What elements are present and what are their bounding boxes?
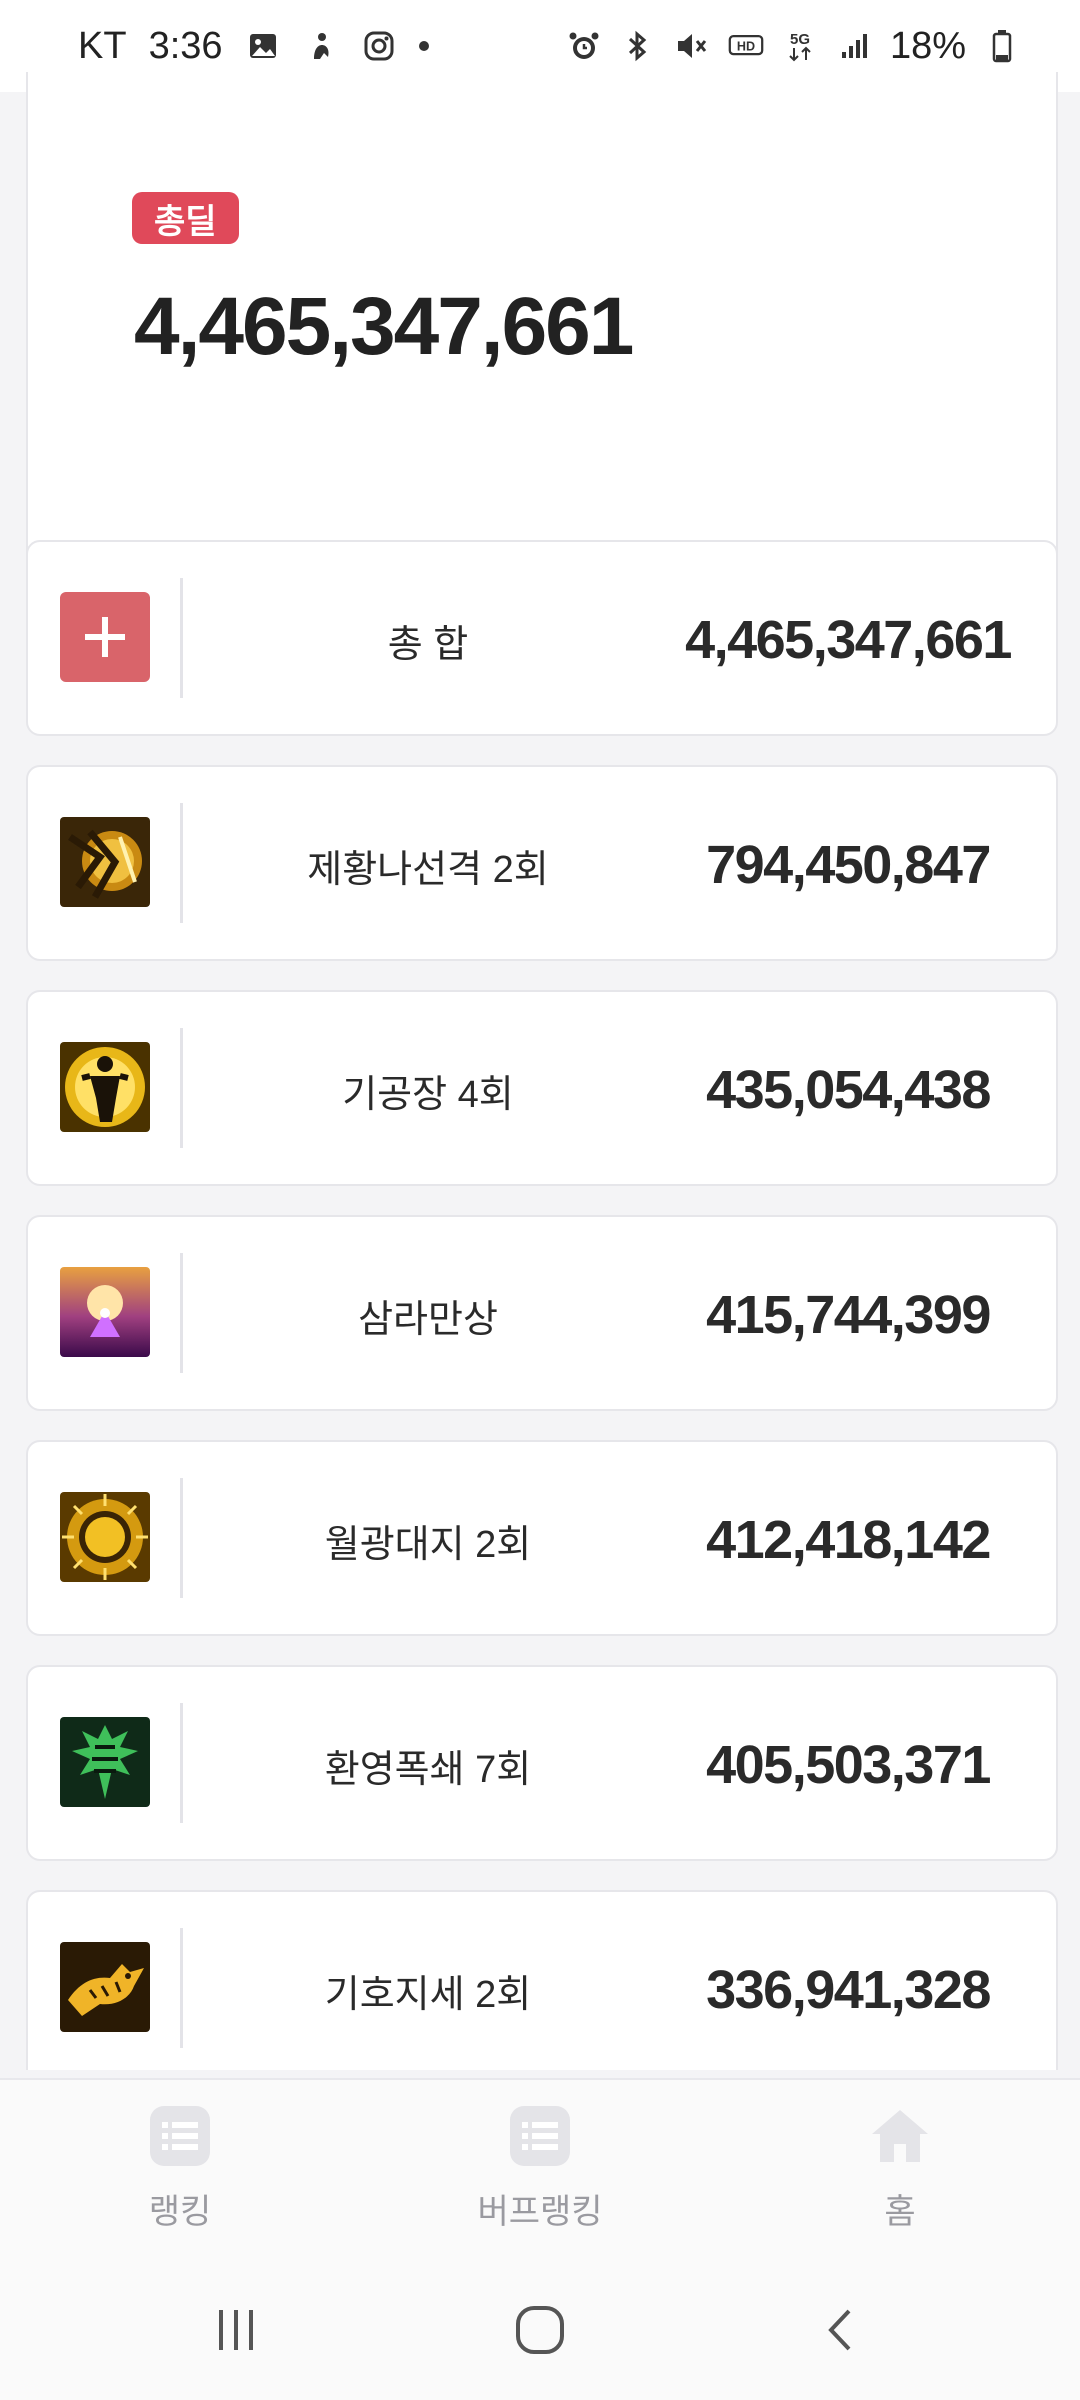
skill-row[interactable]: 환영폭쇄 7회 405,503,371 xyxy=(26,1665,1058,1861)
plus-icon[interactable] xyxy=(60,592,150,682)
nav-home-label: 홈 xyxy=(884,2193,916,2231)
hd-icon: HD xyxy=(728,28,764,64)
home-icon xyxy=(872,2110,928,2162)
nav-buff-ranking[interactable]: 버프랭킹 xyxy=(360,2080,720,2262)
skill-row[interactable]: 기호지세 2회 336,941,328 xyxy=(26,1890,1058,2070)
nav-ranking-label: 랭킹 xyxy=(148,2193,212,2231)
system-navigation-bar xyxy=(0,2260,1080,2400)
skill-spiral-strike-icon xyxy=(60,817,150,907)
skill-damage: 336,941,328 xyxy=(706,1960,991,2020)
bottom-navigation: 랭킹 버프랭킹 홈 xyxy=(0,2078,1080,2262)
main-content[interactable]: 총딜 4,465,347,661 총 합 4,465,347,661 제황나선격… xyxy=(0,72,1080,2070)
svg-text:5G: 5G xyxy=(790,31,810,48)
instagram-icon xyxy=(361,28,397,64)
row-divider xyxy=(180,1478,183,1598)
back-icon xyxy=(828,2309,851,2351)
skill-row[interactable]: 삼라만상 415,744,399 xyxy=(26,1215,1058,1411)
list-icon xyxy=(510,2106,570,2166)
back-button[interactable] xyxy=(802,2300,882,2360)
carrier-label: KT xyxy=(78,24,127,67)
home-button[interactable] xyxy=(500,2300,580,2360)
skill-phantom-blast-icon xyxy=(60,1717,150,1807)
skill-name: 기공장 4회 xyxy=(342,1073,514,1116)
skill-name: 제황나선격 2회 xyxy=(307,848,549,891)
skill-damage: 412,418,142 xyxy=(706,1510,991,1570)
skill-row[interactable]: 월광대지 2회 412,418,142 xyxy=(26,1440,1058,1636)
row-divider xyxy=(180,803,183,923)
skill-name: 기호지세 2회 xyxy=(324,1973,532,2016)
row-divider xyxy=(180,1928,183,2048)
row-divider xyxy=(180,1028,183,1148)
skill-moonlight-earth-icon xyxy=(60,1492,150,1582)
total-damage-value: 4,465,347,661 xyxy=(134,281,634,372)
skill-damage: 405,503,371 xyxy=(706,1735,991,1795)
gallery-icon xyxy=(245,28,281,64)
row-divider xyxy=(180,578,183,698)
bluetooth-icon xyxy=(620,28,656,64)
row-divider xyxy=(180,1703,183,1823)
clock: 3:36 xyxy=(148,24,223,67)
alarm-icon xyxy=(566,28,602,64)
skill-name: 환영폭쇄 7회 xyxy=(324,1748,532,1791)
skill-name: 월광대지 2회 xyxy=(324,1523,532,1566)
skill-damage: 435,054,438 xyxy=(706,1060,991,1120)
skill-row[interactable]: 기공장 4회 435,054,438 xyxy=(26,990,1058,1186)
accessibility-icon xyxy=(303,28,339,64)
skill-qigong-palm-icon xyxy=(60,1042,150,1132)
home-circle-icon xyxy=(516,2306,564,2354)
skill-row[interactable]: 제황나선격 2회 794,450,847 xyxy=(26,765,1058,961)
recent-apps-button[interactable] xyxy=(196,2300,276,2360)
skill-name: 총 합 xyxy=(387,623,469,666)
nav-ranking[interactable]: 랭킹 xyxy=(0,2080,360,2262)
skill-samra-mansang-icon xyxy=(60,1267,150,1357)
list-icon xyxy=(150,2106,210,2166)
recent-apps-icon xyxy=(219,2310,253,2350)
nav-buff-ranking-label: 버프랭킹 xyxy=(477,2193,603,2231)
svg-text:HD: HD xyxy=(737,40,755,54)
skill-tiger-stance-icon xyxy=(60,1942,150,2032)
nav-home[interactable]: 홈 xyxy=(720,2080,1080,2262)
row-divider xyxy=(180,1253,183,1373)
5g-icon: 5G xyxy=(782,28,818,64)
skill-damage: 415,744,399 xyxy=(706,1285,991,1345)
battery-percent: 18% xyxy=(889,24,966,67)
mute-icon xyxy=(674,28,710,64)
battery-icon xyxy=(984,28,1020,64)
skill-name: 삼라만상 xyxy=(358,1298,498,1341)
notification-dot-icon xyxy=(418,41,429,51)
total-damage-card: 총딜 4,465,347,661 xyxy=(26,72,1058,588)
skill-row-total[interactable]: 총 합 4,465,347,661 xyxy=(26,540,1058,736)
skill-damage: 4,465,347,661 xyxy=(685,610,1012,670)
signal-icon xyxy=(836,28,872,64)
total-damage-badge: 총딜 xyxy=(132,192,239,244)
skill-damage: 794,450,847 xyxy=(706,835,991,895)
